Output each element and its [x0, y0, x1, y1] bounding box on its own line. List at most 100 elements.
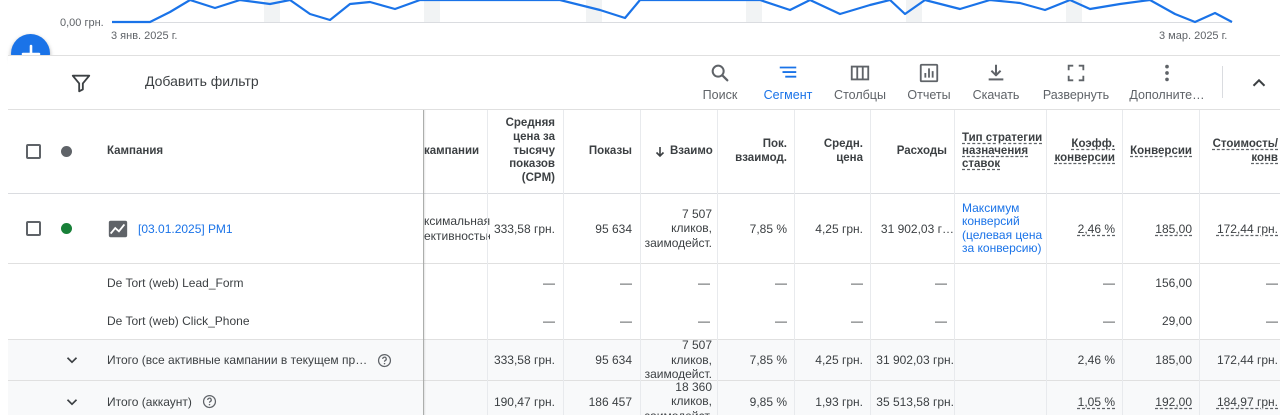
sort-down-icon — [655, 146, 665, 157]
segment-label: Сегмент — [763, 88, 813, 102]
cost-header[interactable]: Расходы — [871, 110, 955, 193]
cost-cell: — — [935, 276, 947, 290]
weekend-band — [746, 0, 762, 23]
cost-per-conv-cell: 172,44 грн. — [1216, 353, 1278, 367]
download-label: Скачать — [972, 88, 1020, 102]
download-button[interactable]: Скачать — [970, 62, 1022, 106]
avg-cost-header[interactable]: Средн. цена — [795, 110, 871, 193]
totals-label-cell: Итого (все активные кампании в текущем п… — [107, 340, 417, 380]
campaign-name-cell: [03.01.2025] РМ1 — [107, 194, 407, 263]
conv-rate-cell[interactable]: 2,46 % — [1046, 194, 1123, 263]
cost-cell: 35 513,58 грн. — [876, 394, 954, 409]
conversions-cell[interactable]: 185,00 — [1123, 194, 1200, 263]
table-row: [03.01.2025] РМ1 ксимальная ективностью … — [8, 194, 1280, 264]
reports-button[interactable]: Отчеты — [905, 62, 953, 106]
cost-per-conv-cell: — — [1266, 276, 1278, 290]
cost-per-conv-cell: 184,97 грн. — [1216, 394, 1278, 409]
performance-chart: 0,00 грн. 3 янв. 2025 г. 3 мар. 2025 г. — [0, 0, 1280, 55]
interaction-rate-header[interactable]: Пок. взаимод. — [718, 110, 795, 193]
status-dot-icon — [61, 146, 72, 157]
campaign-type-header[interactable]: кампании — [424, 110, 486, 193]
select-all-checkbox[interactable] — [26, 144, 41, 159]
chart-x-axis-end: 3 мар. 2025 г. — [1159, 30, 1228, 42]
toolbar-divider — [1222, 66, 1223, 98]
search-button[interactable]: Поиск — [700, 62, 740, 106]
segment-icon — [779, 66, 797, 78]
cost-cell: 31 902,03 грн. — [876, 353, 954, 367]
cost-per-conv-header[interactable]: Стоимость/ конв — [1200, 110, 1280, 193]
performance-max-campaign-icon — [108, 220, 128, 237]
avg-cost-cell: — — [851, 276, 863, 290]
chevron-up-icon[interactable] — [1248, 72, 1270, 94]
interactions-cell: 18 360 кликов, заимодейст. — [645, 381, 712, 415]
cpm-cell: — — [543, 313, 555, 328]
column-divider — [1199, 110, 1200, 415]
search-icon — [711, 64, 729, 82]
cpm-cell: — — [543, 276, 555, 290]
row-checkbox[interactable] — [26, 221, 41, 236]
fullscreen-icon — [1067, 64, 1085, 82]
impressions-cell: 95 634 — [595, 221, 632, 236]
impressions-header[interactable]: Показы — [563, 110, 640, 193]
fullscreen-button[interactable]: Развернуть — [1041, 62, 1111, 106]
campaign-type-cell: ксимальная ективностью — [424, 213, 490, 243]
chevron-down-icon[interactable] — [63, 351, 81, 369]
conv-rate-cell: — — [1103, 313, 1115, 328]
conversions-header[interactable]: Конверсии — [1123, 110, 1200, 193]
interaction-rate-cell: — — [775, 276, 787, 290]
conv-rate-cell: 1,05 % — [1077, 394, 1115, 409]
totals-label: Итого (аккаунт) — [107, 394, 192, 409]
segment-row: De Tort (web) Click_Phone — — — — — — — … — [8, 302, 1280, 340]
totals-label-cell: Итого (аккаунт) — [107, 381, 417, 415]
expand-totals-cell — [63, 340, 83, 380]
interaction-rate-cell: 7,85 % — [749, 221, 787, 236]
help-icon[interactable] — [377, 353, 392, 368]
impressions-cell: 186 457 — [588, 394, 632, 409]
download-icon — [988, 64, 1004, 81]
columns-button[interactable]: Столбцы — [832, 62, 888, 106]
cpm-header[interactable]: Средняя цена за тысячу показов (CPM) — [488, 110, 563, 193]
conv-rate-header[interactable]: Коэфф. конверсии — [1046, 110, 1123, 193]
avg-cost-cell: — — [851, 313, 863, 328]
interactions-cell: — — [698, 276, 710, 290]
interactions-header[interactable]: Взаимо — [640, 110, 718, 193]
bid-strategy-type-cell[interactable]: Максимум конверсий (целевая цена за конв… — [962, 194, 1046, 263]
column-divider — [954, 110, 955, 415]
column-divider — [487, 110, 488, 415]
column-divider — [563, 110, 564, 415]
weekend-band — [424, 0, 440, 23]
segment-row: De Tort (web) Lead_Form — — — — — — — 15… — [8, 264, 1280, 302]
chevron-down-icon[interactable] — [63, 393, 81, 411]
segment-button[interactable]: Сегмент — [760, 62, 816, 106]
reports-icon — [919, 63, 939, 83]
avg-cost-cell: 1,93 грн. — [815, 394, 863, 409]
totals-row: Итого (все активные кампании в текущем п… — [8, 340, 1280, 381]
row-select-cell — [26, 194, 46, 263]
cost-per-conv-cell[interactable]: 172,44 грн. — [1200, 194, 1280, 263]
weekend-band — [586, 0, 602, 23]
help-icon[interactable] — [202, 394, 217, 409]
reports-label: Отчеты — [907, 88, 951, 102]
conversions-cell: 156,00 — [1155, 276, 1192, 290]
column-divider — [870, 110, 871, 415]
cost-per-conv-cell: — — [1266, 313, 1278, 328]
column-divider — [717, 110, 718, 415]
fullscreen-label: Развернуть — [1042, 88, 1110, 102]
impressions-cell: — — [620, 276, 632, 290]
interactions-cell: 7 507 кликов, заимодейст. — [644, 340, 712, 380]
interactions-cell: — — [698, 313, 710, 328]
table-header-row: Кампания кампании Средняя цена за тысячу… — [8, 110, 1280, 194]
campaign-name-link[interactable]: [03.01.2025] РМ1 — [138, 222, 233, 236]
campaign-header[interactable]: Кампания — [107, 110, 407, 193]
add-filter-button[interactable]: Добавить фильтр — [145, 73, 259, 89]
more-button[interactable]: Дополните… — [1129, 62, 1205, 106]
cpm-cell: 333,58 грн. — [493, 221, 555, 236]
cost-cell: — — [935, 313, 947, 328]
search-label: Поиск — [702, 88, 738, 102]
filter-icon[interactable] — [70, 72, 92, 94]
conv-rate-cell: 2,46 % — [1077, 353, 1115, 367]
cpm-cell: 333,58 грн. — [493, 353, 555, 367]
impressions-cell: 95 634 — [595, 353, 632, 367]
bid-strategy-type-header[interactable]: Тип стратегии назначения ставок — [962, 110, 1046, 193]
columns-label: Столбцы — [834, 88, 886, 102]
